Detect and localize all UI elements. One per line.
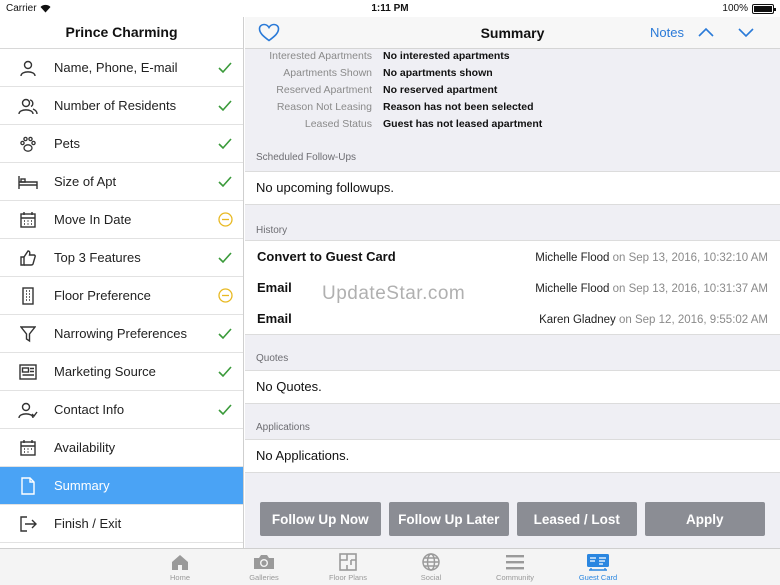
check-icon [217, 98, 233, 114]
check-icon [217, 174, 233, 190]
globe-icon [391, 551, 471, 573]
sidebar-item-size-of-apt[interactable]: Size of Apt [0, 163, 243, 201]
pending-icon [217, 212, 233, 228]
thumbs-up-icon [18, 248, 38, 268]
battery-status: 100% [722, 3, 776, 14]
contact-icon [18, 400, 38, 420]
navbar: Summary Notes [245, 17, 780, 49]
sidebar-item-summary[interactable]: Summary [0, 467, 243, 505]
sidebar-item-contact-info[interactable]: Contact Info [0, 391, 243, 429]
check-icon [217, 326, 233, 342]
filter-icon [18, 324, 38, 344]
lease-properties: Interested Apartments No interested apart… [245, 47, 780, 132]
quotes-cell: No Quotes. [245, 370, 780, 404]
camera-icon [224, 551, 304, 573]
property-row: Reason Not Leasing Reason has not been se… [276, 100, 534, 113]
battery-percent: 100% [722, 3, 748, 14]
sidebar-item-label: Floor Preference [54, 288, 151, 303]
status-bar: Carrier 1:11 PM 100% [0, 0, 780, 17]
property-row: Reserved Apartment No reserved apartment [276, 83, 498, 96]
battery-icon [752, 3, 776, 14]
property-row: Leased Status Guest has not leased apartm… [304, 117, 543, 130]
paw-icon [18, 134, 38, 154]
check-icon [217, 402, 233, 418]
sidebar-item-number-of-residents[interactable]: Number of Residents [0, 87, 243, 125]
sidebar-item-label: Contact Info [54, 402, 125, 417]
users-icon [18, 96, 38, 116]
action-bar: Follow Up Now Follow Up Later Leased / L… [245, 500, 780, 548]
sidebar-item-floor-preference[interactable]: Floor Preference [0, 277, 243, 315]
check-icon [217, 60, 233, 76]
tab-floor-plans[interactable]: Floor Plans [308, 551, 388, 582]
sidebar-item-label: Pets [54, 136, 81, 151]
sidebar-item-move-in-date[interactable]: Move In Date [0, 201, 243, 239]
sidebar-item-label: Marketing Source [54, 364, 156, 379]
bed-icon [18, 172, 38, 192]
apply-button[interactable]: Apply [644, 502, 765, 536]
history-row[interactable]: Email Karen Gladney on Sep 12, 2016, 9:5… [245, 303, 780, 334]
floor-plan-icon [308, 551, 388, 573]
notes-button[interactable]: Notes [650, 25, 684, 40]
sidebar-item-label: Availability [54, 440, 116, 455]
leased-lost-button[interactable]: Leased / Lost [517, 502, 637, 536]
sidebar-item-marketing-source[interactable]: Marketing Source [0, 353, 243, 391]
newspaper-icon [18, 362, 38, 382]
check-icon [217, 364, 233, 380]
followups-cell: No upcoming followups. [245, 171, 780, 205]
sidebar-item-label: Number of Residents [54, 98, 177, 113]
pending-icon [217, 288, 233, 304]
sidebar: Prince Charming Name, Phone, E-mail Numb… [0, 17, 244, 548]
user-icon [18, 58, 38, 78]
sidebar-item-narrowing-preferences[interactable]: Narrowing Preferences [0, 315, 243, 353]
document-icon [18, 476, 38, 496]
quotes-header: Quotes [256, 353, 289, 364]
sidebar-item-label: Finish / Exit [54, 516, 122, 531]
property-row: Interested Apartments No interested apart… [269, 49, 510, 62]
check-icon [217, 136, 233, 152]
chevron-up-icon[interactable] [697, 25, 715, 43]
history-header: History [256, 225, 288, 236]
followups-header: Scheduled Follow-Ups [256, 152, 357, 163]
sidebar-item-label: Top 3 Features [54, 250, 141, 265]
guest-card-icon [558, 551, 638, 573]
calendar-icon [18, 210, 38, 230]
home-icon [140, 551, 220, 573]
property-row: Apartments Shown No apartments shown [283, 66, 493, 79]
sidebar-item-label: Summary [54, 478, 110, 493]
tab-bar: Home Galleries Floor Plans Social Commun… [0, 548, 780, 585]
menu-icon [475, 551, 555, 573]
sidebar-title: Prince Charming [0, 17, 243, 49]
building-icon [18, 286, 38, 306]
follow-up-now-button[interactable]: Follow Up Now [260, 502, 381, 536]
sidebar-item-finish-exit[interactable]: Finish / Exit [0, 505, 243, 543]
tab-community[interactable]: Community [475, 551, 555, 582]
tab-guest-card[interactable]: Guest Card [558, 551, 638, 582]
chevron-down-icon[interactable] [737, 25, 755, 43]
applications-cell: No Applications. [245, 439, 780, 473]
calendar-grid-icon [18, 438, 38, 458]
sidebar-item-label: Move In Date [54, 212, 132, 227]
history-row[interactable]: Convert to Guest Card Michelle Flood on … [245, 241, 780, 272]
tab-galleries[interactable]: Galleries [224, 551, 304, 582]
exit-icon [18, 514, 38, 534]
sidebar-item-name-phone-email[interactable]: Name, Phone, E-mail [0, 49, 243, 87]
sidebar-item-label: Narrowing Preferences [54, 326, 187, 341]
sidebar-item-label: Size of Apt [54, 174, 117, 189]
tab-home[interactable]: Home [140, 551, 220, 582]
clock: 1:11 PM [371, 3, 409, 14]
sidebar-item-top-3-features[interactable]: Top 3 Features [0, 239, 243, 277]
watermark: UpdateStar.com [322, 283, 466, 304]
tab-social[interactable]: Social [391, 551, 471, 582]
sidebar-item-label: Name, Phone, E-mail [54, 60, 178, 75]
sidebar-item-availability[interactable]: Availability [0, 429, 243, 467]
follow-up-later-button[interactable]: Follow Up Later [388, 502, 509, 536]
sidebar-item-pets[interactable]: Pets [0, 125, 243, 163]
check-icon [217, 250, 233, 266]
applications-header: Applications [256, 422, 310, 433]
